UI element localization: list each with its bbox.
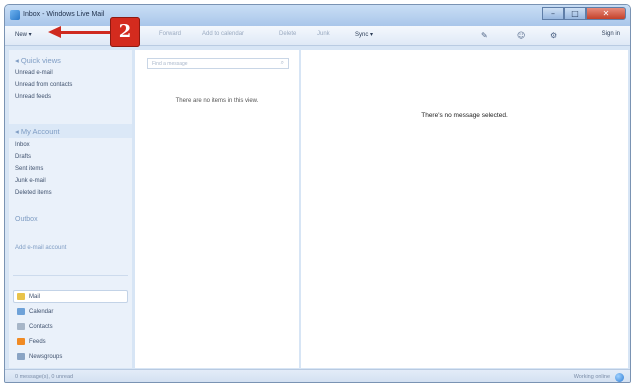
reading-pane: There's no message selected. bbox=[301, 50, 628, 368]
inbox-folder[interactable]: Inbox bbox=[15, 142, 30, 148]
newsgroups-module-label: Newsgroups bbox=[29, 353, 63, 360]
mail-module-label: Mail bbox=[29, 293, 41, 300]
feeds-module-label: Feeds bbox=[29, 338, 46, 345]
close-button[interactable]: ✕ bbox=[586, 7, 626, 20]
sidebar-divider bbox=[13, 275, 128, 276]
newsgroups-icon bbox=[17, 353, 25, 360]
calendar-icon bbox=[17, 308, 25, 315]
add-email-account-link[interactable]: Add e-mail account bbox=[15, 245, 66, 251]
calendar-module[interactable]: Calendar bbox=[17, 308, 53, 315]
empty-list-message: There are no items in this view. bbox=[175, 98, 259, 104]
find-message-input[interactable]: Find a message ⌕ bbox=[147, 58, 289, 69]
add-to-calendar-button[interactable]: Add to calendar bbox=[202, 31, 244, 37]
my-account-header[interactable]: ◂ My Account bbox=[15, 127, 60, 136]
unread-feeds-item[interactable]: Unread feeds bbox=[15, 94, 51, 100]
search-icon[interactable]: ⌕ bbox=[281, 59, 284, 67]
no-message-selected-text: There's no message selected. bbox=[421, 112, 508, 119]
callout-arrowhead bbox=[48, 26, 61, 38]
window-controls: – □ ✕ bbox=[542, 7, 626, 20]
drafts-folder[interactable]: Drafts bbox=[15, 154, 31, 160]
delete-button[interactable]: Delete bbox=[279, 31, 296, 37]
toolbar: New ▾ Forward Add to calendar Delete Jun… bbox=[5, 26, 630, 46]
mail-icon bbox=[17, 293, 25, 300]
calendar-module-label: Calendar bbox=[29, 308, 54, 315]
mail-module[interactable]: Mail bbox=[17, 293, 40, 300]
status-bar: 0 message(s), 0 unread Working online bbox=[5, 369, 630, 382]
pen-icon[interactable]: ✎ bbox=[481, 31, 488, 40]
forward-button[interactable]: Forward bbox=[159, 31, 181, 37]
feeds-icon bbox=[17, 338, 25, 345]
people-icon[interactable]: ☺ bbox=[517, 31, 525, 40]
gear-icon[interactable]: ⚙ bbox=[550, 31, 557, 40]
contacts-icon bbox=[17, 323, 25, 330]
title-bar: Inbox - Windows Live Mail – □ ✕ bbox=[5, 5, 630, 26]
mail-app-icon bbox=[10, 10, 20, 20]
new-button[interactable]: New ▾ bbox=[15, 31, 32, 38]
junk-button[interactable]: Junk bbox=[317, 31, 330, 37]
unread-email-item[interactable]: Unread e-mail bbox=[15, 70, 53, 76]
contacts-module[interactable]: Contacts bbox=[17, 323, 53, 330]
folder-pane: ◂ Quick views Unread e-mail Unread from … bbox=[9, 50, 132, 368]
quick-views-header[interactable]: ◂ Quick views bbox=[15, 56, 61, 65]
unread-from-contacts-item[interactable]: Unread from contacts bbox=[15, 82, 72, 88]
app-window: Inbox - Windows Live Mail – □ ✕ New ▾ Fo… bbox=[4, 4, 631, 383]
deleted-items-folder[interactable]: Deleted items bbox=[15, 190, 52, 196]
junk-email-folder[interactable]: Junk e-mail bbox=[15, 178, 46, 184]
minimize-button[interactable]: – bbox=[542, 7, 564, 20]
find-message-placeholder: Find a message bbox=[152, 61, 188, 67]
contacts-module-label: Contacts bbox=[29, 323, 53, 330]
online-status-icon bbox=[615, 373, 624, 382]
step-number-badge: 2 bbox=[110, 17, 140, 47]
feeds-module[interactable]: Feeds bbox=[17, 338, 46, 345]
maximize-button[interactable]: □ bbox=[564, 7, 586, 20]
newsgroups-module[interactable]: Newsgroups bbox=[17, 353, 62, 360]
callout-arrow-line bbox=[60, 31, 110, 34]
message-list: Find a message ⌕ There are no items in t… bbox=[135, 50, 299, 368]
connection-status: Working online bbox=[573, 374, 610, 380]
sign-in-button[interactable]: Sign in bbox=[602, 31, 620, 37]
outbox-folder[interactable]: Outbox bbox=[15, 216, 38, 223]
window-title: Inbox - Windows Live Mail bbox=[23, 11, 105, 18]
sync-button[interactable]: Sync ▾ bbox=[355, 31, 373, 38]
message-count-status: 0 message(s), 0 unread bbox=[15, 374, 74, 380]
sent-items-folder[interactable]: Sent items bbox=[15, 166, 43, 172]
